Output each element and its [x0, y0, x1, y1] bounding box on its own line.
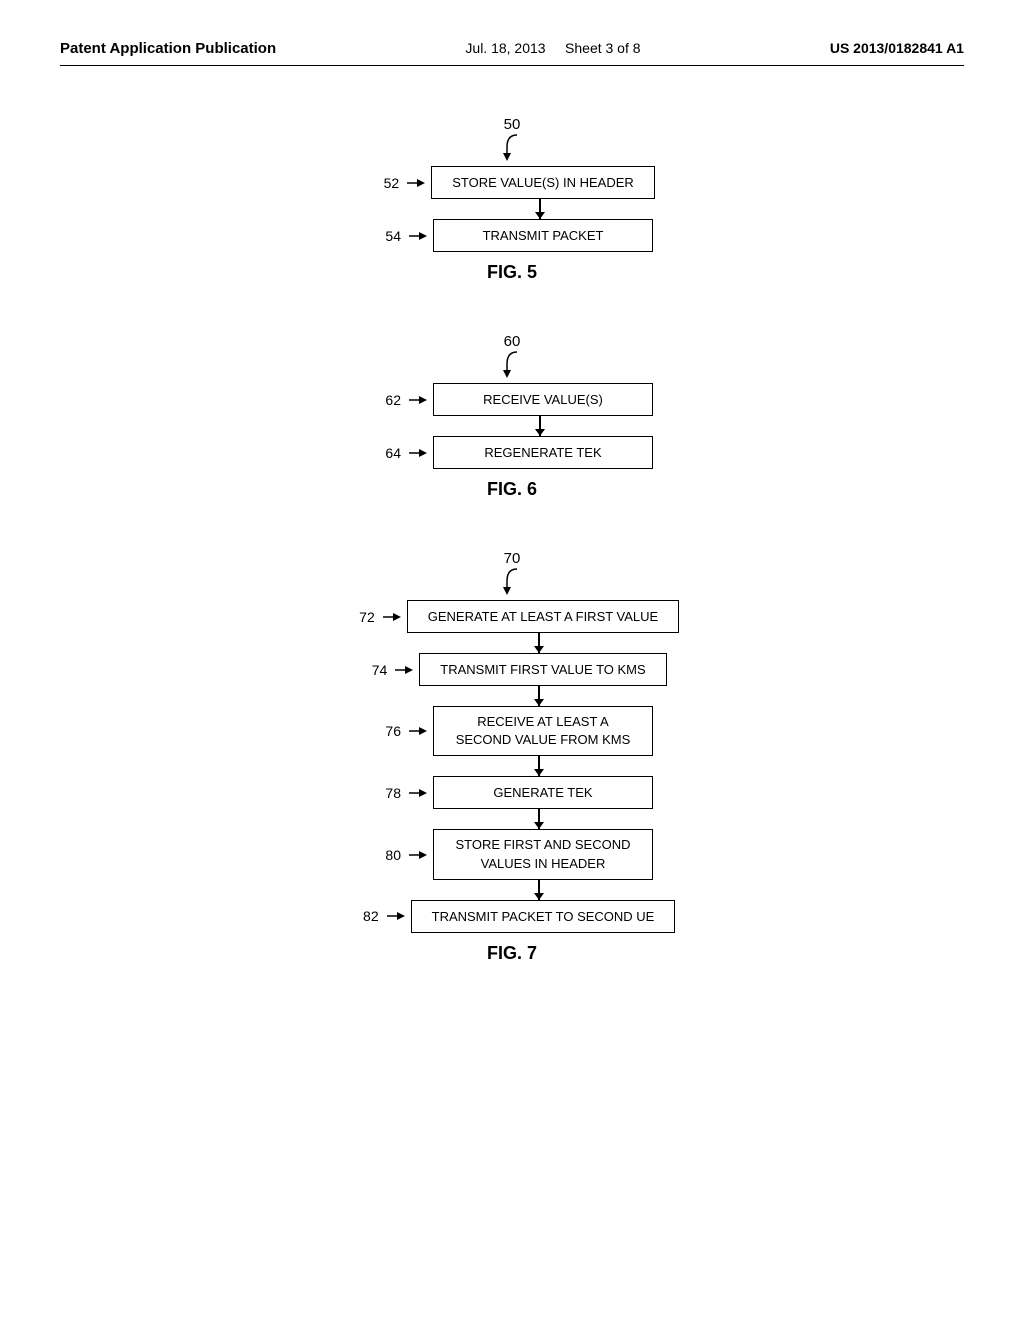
fig6-label-64: 64: [371, 445, 401, 461]
fig7-box-76-line2: SECOND VALUE FROM KMS: [456, 732, 631, 747]
flow-6: 60 62 RECEIVE VALUE(S): [371, 333, 653, 469]
fig7-arrow-74: [395, 663, 415, 677]
fig5-arrow-between: [539, 199, 541, 219]
patent-number: US 2013/0182841 A1: [830, 40, 964, 56]
publication-label: Patent Application Publication: [60, 40, 276, 57]
fig7-box-72: GENERATE AT LEAST A FIRST VALUE: [407, 600, 679, 633]
fig7-step-78: 78 GENERATE TEK: [371, 776, 653, 809]
fig7-label-76: 76: [371, 723, 401, 739]
flow-5: 50 52 STORE VALUE(S) IN HE: [369, 116, 655, 252]
fig6-step-64: 64 REGENERATE TEK: [371, 436, 653, 469]
fig7-step-80: 80 STORE FIRST AND SECOND VALUES IN HEAD…: [371, 829, 653, 879]
fig7-box-78: GENERATE TEK: [433, 776, 653, 809]
fig5-start-num: 50: [504, 116, 521, 133]
fig6-label: FIG. 6: [487, 479, 537, 500]
fig6-start-arrow: [497, 350, 527, 378]
flow-7: 70 72 GENERATE AT LEAST A: [345, 550, 679, 933]
page-header: Patent Application Publication Jul. 18, …: [60, 40, 964, 66]
sheet: Sheet 3 of 8: [565, 40, 641, 56]
fig5-box-52: STORE VALUE(S) IN HEADER: [431, 166, 655, 199]
fig6-step-62: 62 RECEIVE VALUE(S): [371, 383, 653, 416]
fig6-arrow-between: [539, 416, 541, 436]
fig7-box-80: STORE FIRST AND SECOND VALUES IN HEADER: [433, 829, 653, 879]
fig7-arrow-4: [538, 809, 540, 829]
fig7-label-72: 72: [345, 609, 375, 625]
fig7-arrow-82: [387, 909, 407, 923]
fig6-box-64: REGENERATE TEK: [433, 436, 653, 469]
fig5-box-54: TRANSMIT PACKET: [433, 219, 653, 252]
fig7-step-76: 76 RECEIVE AT LEAST A SECOND VALUE FROM …: [371, 706, 653, 756]
fig7-step-82: 82 TRANSMIT PACKET TO SECOND UE: [349, 900, 676, 933]
fig7-arrow-5: [538, 880, 540, 900]
fig5-arrow-52: [407, 176, 427, 190]
fig6-arrow-64: [409, 446, 429, 460]
fig7-step-74: 74 TRANSMIT FIRST VALUE TO KMS: [357, 653, 666, 686]
fig7-box-80-line2: VALUES IN HEADER: [481, 856, 606, 871]
fig7-start-arrow: [497, 567, 527, 595]
fig5-curve-svg: [497, 133, 527, 161]
fig5-step-52: 52 STORE VALUE(S) IN HEADER: [369, 166, 655, 199]
fig7-arrow-76: [409, 724, 429, 738]
fig7-arrow-72: [383, 610, 403, 624]
figures-container: 50 52 STORE VALUE(S) IN HE: [60, 96, 964, 964]
fig5-label-52: 52: [369, 175, 399, 191]
fig7-box-76-line1: RECEIVE AT LEAST A: [477, 714, 609, 729]
fig7-start: 70: [497, 550, 527, 595]
fig6-arrow-62: [409, 393, 429, 407]
fig7-start-num: 70: [504, 550, 521, 567]
fig7-step-72: 72 GENERATE AT LEAST A FIRST VALUE: [345, 600, 679, 633]
fig7-label-78: 78: [371, 785, 401, 801]
fig5-start-arrow: [497, 133, 527, 161]
fig5-step-54: 54 TRANSMIT PACKET: [371, 219, 653, 252]
fig7-arrow-2: [538, 686, 540, 706]
date-sheet: Jul. 18, 2013 Sheet 3 of 8: [465, 40, 640, 56]
fig6-box-62: RECEIVE VALUE(S): [433, 383, 653, 416]
fig5-start: 50: [497, 116, 527, 161]
fig5-label: FIG. 5: [487, 262, 537, 283]
fig6-label-62: 62: [371, 392, 401, 408]
fig7-arrow-80: [409, 848, 429, 862]
fig7-label-82: 82: [349, 908, 379, 924]
fig7-box-74: TRANSMIT FIRST VALUE TO KMS: [419, 653, 666, 686]
page: Patent Application Publication Jul. 18, …: [0, 0, 1024, 1320]
fig7-label-80: 80: [371, 847, 401, 863]
fig5-arrow-54: [409, 229, 429, 243]
fig6-curve-svg: [497, 350, 527, 378]
fig6-start-num: 60: [504, 333, 521, 350]
fig7-label: FIG. 7: [487, 943, 537, 964]
date: Jul. 18, 2013: [465, 40, 545, 56]
fig6-start: 60: [497, 333, 527, 378]
fig7-box-80-line1: STORE FIRST AND SECOND: [455, 837, 630, 852]
fig7-arrow-78: [409, 786, 429, 800]
figure-7: 70 72 GENERATE AT LEAST A: [345, 550, 679, 964]
fig7-arrow-3: [538, 756, 540, 776]
figure-5: 50 52 STORE VALUE(S) IN HE: [369, 116, 655, 283]
fig7-arrow-1: [538, 633, 540, 653]
fig7-label-74: 74: [357, 662, 387, 678]
fig5-label-54: 54: [371, 228, 401, 244]
fig7-box-82: TRANSMIT PACKET TO SECOND UE: [411, 900, 676, 933]
figure-6: 60 62 RECEIVE VALUE(S): [371, 333, 653, 500]
fig7-box-76: RECEIVE AT LEAST A SECOND VALUE FROM KMS: [433, 706, 653, 756]
fig7-curve-svg: [497, 567, 527, 595]
